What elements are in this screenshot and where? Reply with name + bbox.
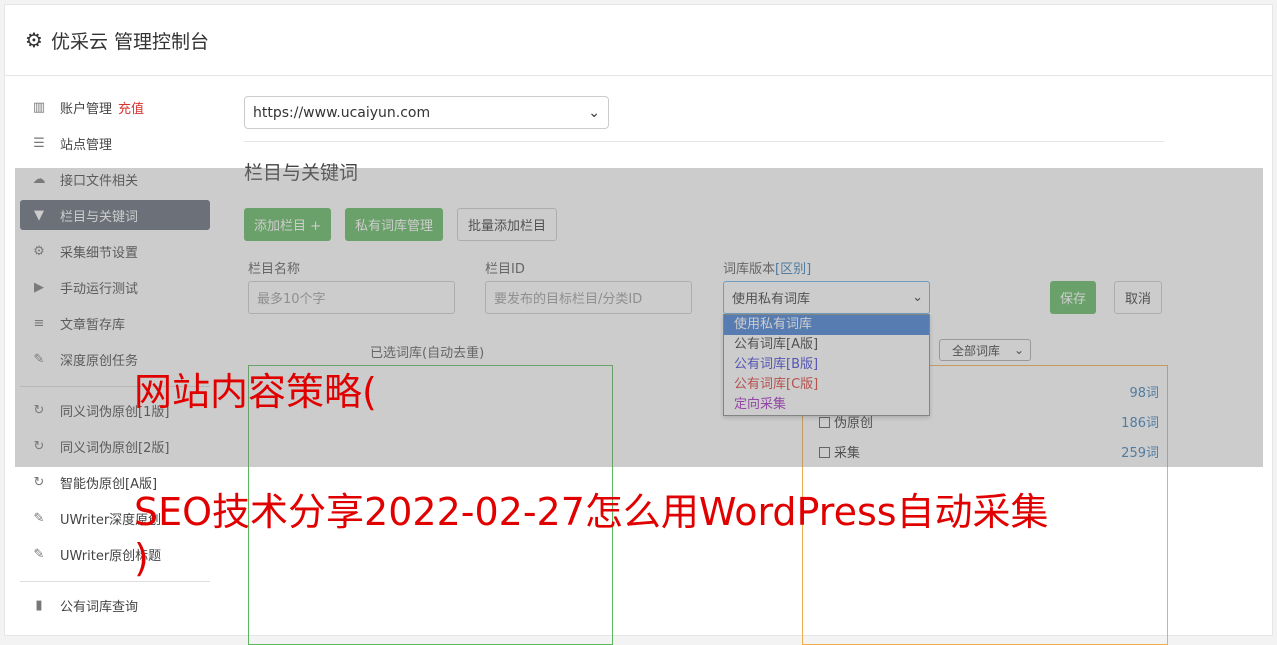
chevron-down-icon: ⌄ [588, 104, 600, 121]
caption-line-3: ) [134, 536, 149, 580]
refresh-icon: ↻ [33, 474, 45, 490]
gear-icon: ⚙ [25, 28, 43, 52]
caption-line-2: SEO技术分享2022-02-27怎么用WordPress自动采集 [134, 490, 1049, 534]
book-icon: ▮ [35, 597, 43, 613]
sidebar-divider [20, 581, 210, 582]
page-title: 优采云 管理控制台 [50, 30, 209, 53]
edit-icon: ✎ [33, 510, 45, 526]
recharge-link[interactable]: 充值 [118, 98, 144, 117]
caption-line-1: 网站内容策略( [134, 370, 377, 414]
site-select[interactable]: https://www.ucaiyun.com ⌄ [244, 96, 609, 129]
divider [244, 141, 1164, 142]
bar-chart-icon: ▥ [32, 99, 46, 115]
sidebar-item-sites[interactable]: ☰ 站点管理 [20, 128, 210, 158]
sidebar-item-account[interactable]: ▥ 账户管理 充值 [20, 92, 210, 122]
header: ⚙ 优采云 管理控制台 [5, 5, 1272, 76]
edit-icon: ✎ [33, 546, 45, 562]
sidebar-item-uwriter-title[interactable]: ✎ UWriter原创标题 [20, 539, 210, 569]
server-icon: ☰ [33, 135, 45, 151]
sidebar-item-public-lib[interactable]: ▮ 公有词库查询 [20, 590, 210, 620]
gray-overlay [15, 168, 1263, 467]
